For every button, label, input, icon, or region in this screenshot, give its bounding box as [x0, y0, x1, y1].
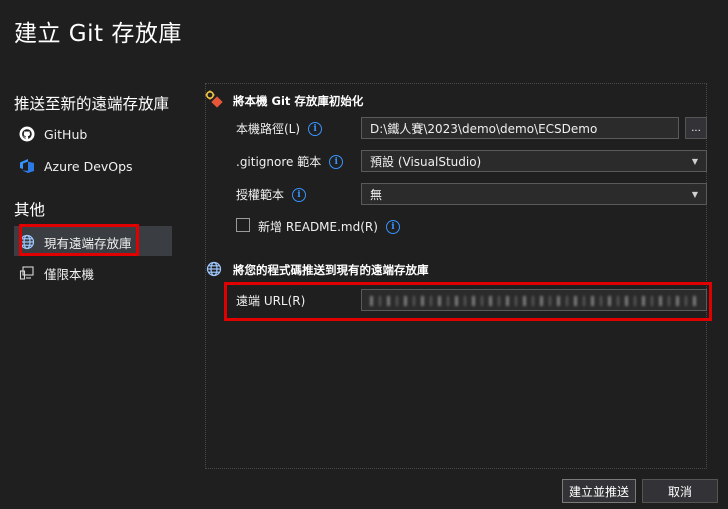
- local-path-input[interactable]: D:\鐵人賽\2023\demo\demo\ECSDemo: [361, 117, 679, 139]
- globe-icon: [206, 261, 222, 277]
- readme-label[interactable]: 新增 README.md(R): [258, 218, 378, 235]
- git-init-icon: [205, 90, 223, 108]
- gitignore-label-row: .gitignore 範本 i: [236, 153, 344, 170]
- other-header: 其他: [14, 201, 46, 219]
- info-icon[interactable]: i: [385, 219, 400, 234]
- sidebar-item-local-only[interactable]: 僅限本機: [18, 259, 94, 287]
- sidebar-item-local-only-label: 僅限本機: [44, 266, 95, 282]
- dialog-title: 建立 Git 存放庫: [14, 21, 182, 47]
- local-path-label-row: 本機路徑(L) i: [236, 120, 323, 137]
- license-dropdown[interactable]: 無 ▼: [361, 183, 707, 205]
- create-and-push-button[interactable]: 建立並推送: [562, 479, 636, 503]
- license-label-row: 授權範本 i: [236, 186, 307, 203]
- gitignore-value: 預設 (VisualStudio): [370, 154, 482, 169]
- push-new-remote-header: 推送至新的遠端存放庫: [14, 95, 170, 113]
- info-icon[interactable]: i: [308, 121, 323, 136]
- dropdown-arrow-icon: ▼: [691, 190, 698, 199]
- sidebar-item-azure-devops[interactable]: Azure DevOps: [18, 152, 133, 180]
- license-value: 無: [370, 187, 383, 202]
- cancel-button[interactable]: 取消: [642, 479, 718, 503]
- redacted-url: [370, 296, 698, 306]
- dropdown-arrow-icon: ▼: [691, 157, 698, 166]
- local-path-value: D:\鐵人賽\2023\demo\demo\ECSDemo: [370, 121, 598, 136]
- sidebar-item-github[interactable]: GitHub: [18, 120, 87, 148]
- github-icon: [18, 125, 36, 143]
- remote-url-input[interactable]: [361, 289, 707, 311]
- init-section-title: 將本機 Git 存放庫初始化: [233, 94, 364, 108]
- readme-checkbox[interactable]: [236, 218, 250, 232]
- info-icon[interactable]: i: [329, 154, 344, 169]
- sidebar-item-github-label: GitHub: [44, 126, 88, 142]
- browse-button[interactable]: ...: [685, 117, 707, 139]
- azure-devops-icon: [18, 157, 36, 175]
- local-path-label: 本機路徑(L): [236, 122, 301, 136]
- highlight-box-existing-remote: [19, 224, 139, 256]
- computer-icon: [18, 264, 36, 282]
- license-label: 授權範本: [236, 188, 285, 202]
- gitignore-label: .gitignore 範本: [236, 155, 322, 169]
- info-icon[interactable]: i: [292, 187, 307, 202]
- readme-label-row: 新增 README.md(R) i: [258, 218, 400, 235]
- gitignore-dropdown[interactable]: 預設 (VisualStudio) ▼: [361, 150, 707, 172]
- remote-url-label: 遠端 URL(R): [236, 294, 306, 308]
- push-section-title: 將您的程式碼推送到現有的遠端存放庫: [233, 263, 429, 277]
- sidebar-item-azure-label: Azure DevOps: [44, 158, 133, 174]
